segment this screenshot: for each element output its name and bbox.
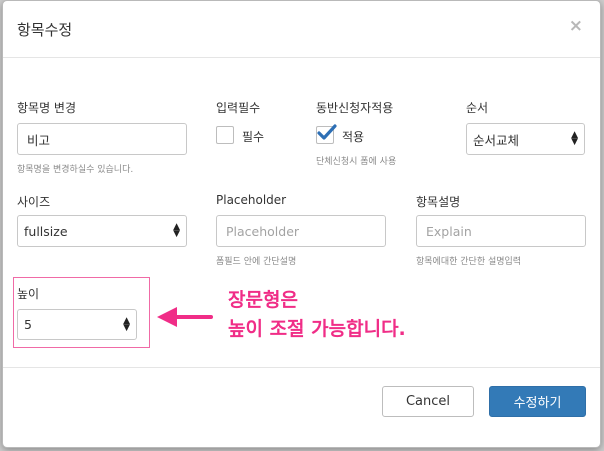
size-select-value: fullsize xyxy=(24,223,68,239)
select-arrows-icon: ▲ ▼ xyxy=(571,130,578,147)
save-button[interactable]: 수정하기 xyxy=(489,386,586,417)
check-icon xyxy=(317,124,337,140)
sync-checkbox-label: 적용 xyxy=(342,130,365,144)
size-label: 사이즈 xyxy=(17,195,51,209)
order-select[interactable]: 순서교체 ▲ ▼ xyxy=(466,123,585,155)
annotation-line-1: 장문형은 xyxy=(228,289,298,311)
item-name-input[interactable]: 비고 xyxy=(17,123,187,155)
required-label: 입력필수 xyxy=(216,101,261,115)
modal-footer: Cancel 수정하기 xyxy=(3,367,600,447)
order-select-value: 순서교체 xyxy=(473,132,520,148)
edit-item-modal: 항목수정 × 항목명 변경 비고 항목명을 변경하실수 있습니다. 입력필수 필… xyxy=(2,0,601,448)
height-label: 높이 xyxy=(17,287,40,301)
annotation-line-2: 높이 조절 가능합니다. xyxy=(228,318,406,340)
required-checkbox-label: 필수 xyxy=(242,130,265,144)
cancel-button[interactable]: Cancel xyxy=(382,386,474,417)
order-label: 순서 xyxy=(466,101,489,115)
arrow-left-icon xyxy=(157,307,213,327)
sync-label: 동반신청자적용 xyxy=(316,101,394,115)
height-select[interactable]: 5 ▲ ▼ xyxy=(17,309,137,340)
close-icon[interactable]: × xyxy=(569,16,583,36)
required-checkbox[interactable] xyxy=(216,126,234,144)
item-name-label: 항목명 변경 xyxy=(17,101,77,115)
placeholder-help: 폼필드 안에 간단설명 xyxy=(216,257,297,267)
sync-help: 단체신청시 폼에 사용 xyxy=(316,157,397,167)
sync-checkbox[interactable] xyxy=(316,124,337,144)
size-select[interactable]: fullsize ▲ ▼ xyxy=(17,215,187,247)
item-name-help: 항목명을 변경하실수 있습니다. xyxy=(17,165,134,175)
placeholder-label: Placeholder xyxy=(216,193,287,207)
description-label: 항목설명 xyxy=(416,195,461,209)
modal-title: 항목수정 xyxy=(17,21,73,39)
modal-header: 항목수정 × xyxy=(3,1,600,58)
description-help: 항목에대한 간단한 설명입력 xyxy=(416,257,522,267)
select-arrows-icon: ▲ ▼ xyxy=(173,222,180,239)
select-arrows-icon: ▲ ▼ xyxy=(123,315,130,333)
height-select-value: 5 xyxy=(24,317,32,332)
description-input[interactable]: Explain xyxy=(416,215,586,247)
placeholder-input[interactable]: Placeholder xyxy=(216,215,386,247)
